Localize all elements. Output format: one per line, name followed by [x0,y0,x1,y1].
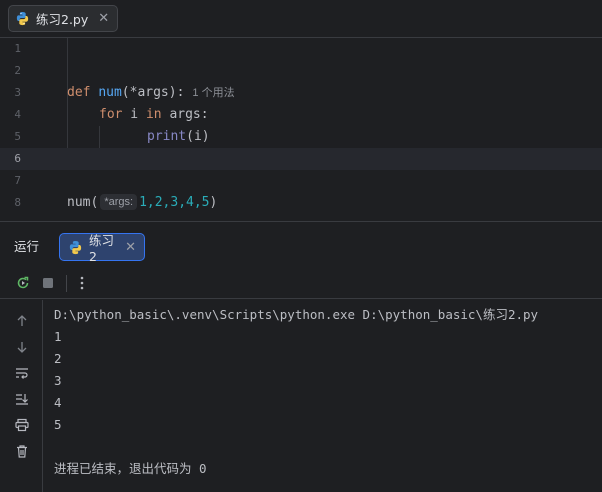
loop-var: i [122,107,146,122]
keyword-in: in [145,107,162,122]
code-text: print(i) [147,126,210,148]
toolbar-separator [66,275,67,292]
line-number: 2 [14,64,21,77]
console-output-line: 2 [54,351,62,366]
print-icon[interactable] [12,415,32,435]
call-close-paren: ) [209,195,218,210]
line-number: 1 [14,42,21,55]
print-args: (i) [186,129,210,144]
code-text: for i in args: [99,104,209,126]
run-toolbar [0,267,602,299]
close-icon[interactable]: ✕ [125,241,136,254]
arrow-up-icon[interactable] [12,311,32,331]
code-line: 5 print(i) [0,126,602,148]
console-output-line: 5 [54,417,62,432]
console-output-line: 3 [54,373,62,388]
parameter-hint: *args: [100,194,138,210]
code-line: 8 num(*args: 1,2,3,4,5) [0,192,602,214]
keyword-def: def [67,85,91,100]
usages-hint[interactable]: 1 个用法 [192,82,234,104]
run-header: 运行 练习2 ✕ [0,222,602,267]
code-text: num(*args: 1,2,3,4,5) [67,192,217,214]
line-number: 3 [14,86,21,99]
trash-icon[interactable] [12,441,32,461]
function-params: (*args): [121,85,185,100]
arrow-down-icon[interactable] [12,337,32,357]
code-line-current: 6 [0,148,602,170]
soft-wrap-icon[interactable] [12,363,32,383]
code-line: 7 [0,170,602,192]
line-number: 5 [14,130,21,143]
console-output-line: 4 [54,395,62,410]
console-command-line: D:\python_basic\.venv\Scripts\python.exe… [54,307,539,322]
builtin-print: print [147,129,187,144]
line-number: 8 [14,196,21,209]
code-line: 2 [0,60,602,82]
run-config-tab[interactable]: 练习2 ✕ [59,233,145,264]
code-text: def num(*args): 1 个用法 [67,82,235,104]
console-side-toolbar [0,300,43,492]
rerun-icon[interactable] [13,273,33,293]
code-line: 4 for i in args: [0,104,602,126]
run-tool-window: 运行 练习2 ✕ D:\python_basic\.venv\Scripts\p… [0,221,602,492]
code-line: 3 def num(*args): 1 个用法 [0,82,602,104]
editor-tab-bar: 练习2.py ✕ [0,0,602,38]
line-number: 7 [14,174,21,187]
code-editor[interactable]: 1 2 3 def num(*args): 1 个用法 4 for i in ar… [0,38,602,221]
line-number: 6 [14,152,21,165]
console-output-line: 1 [54,329,62,344]
python-file-icon [15,11,30,26]
code-line: 1 [0,38,602,60]
console-exit-message: 进程已结束，退出代码为 0 [54,461,207,476]
console-output[interactable]: D:\python_basic\.venv\Scripts\python.exe… [54,304,599,480]
keyword-for: for [99,107,123,122]
editor-tab-practice2[interactable]: 练习2.py ✕ [8,5,119,32]
line-number: 4 [14,108,21,121]
call-function: num [67,195,91,210]
close-icon[interactable]: ✕ [98,12,109,25]
call-args: 1,2,3,4,5 [139,195,210,210]
run-window-title: 运行 [14,239,40,254]
function-name: num [98,85,122,100]
call-open-paren: ( [90,195,99,210]
python-run-icon [68,240,83,255]
run-tab-label: 练习2 [89,233,115,264]
scroll-to-end-icon[interactable] [12,389,32,409]
loop-rest: args: [161,107,209,122]
stop-icon[interactable] [38,273,58,293]
editor-tab-label: 练习2.py [36,12,89,27]
more-vertical-icon[interactable] [72,273,92,293]
